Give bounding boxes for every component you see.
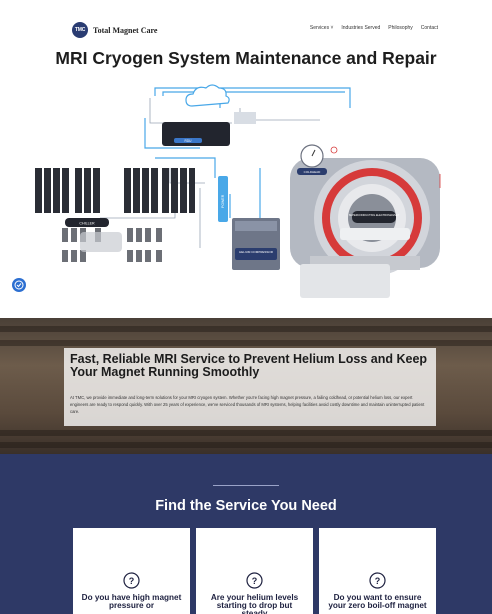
main-nav: Services ˅ Industries Served Philosophy … xyxy=(310,25,438,31)
accessibility-button[interactable] xyxy=(12,278,26,292)
service-card-text: Are your helium levels starting to drop … xyxy=(210,593,299,614)
services-title: Find the Service You Need xyxy=(155,498,337,514)
services-section: Find the Service You Need ? Do you have … xyxy=(0,454,492,614)
nav-industries-served[interactable]: Industries Served xyxy=(341,25,380,31)
hero-heading: Fast, Reliable MRI Service to Prevent He… xyxy=(70,352,428,379)
nav-philosophy[interactable]: Philosophy xyxy=(388,25,412,31)
logo-badge: TMC xyxy=(72,22,88,38)
question-circle-icon: ? xyxy=(246,572,263,589)
logo-text: Total Magnet Care xyxy=(93,25,158,35)
power-label: POWER xyxy=(221,194,225,208)
question-circle-icon: ? xyxy=(123,572,140,589)
question-circle-icon: ? xyxy=(369,572,386,589)
divider xyxy=(213,485,279,486)
svg-text:?: ? xyxy=(129,576,135,586)
accessibility-icon xyxy=(14,280,24,290)
svg-text:SUPERCONDUCTING ELECTROMAGNET: SUPERCONDUCTING ELECTROMAGNET xyxy=(349,213,400,217)
rdu-label: RDU xyxy=(185,139,193,143)
mri-system-diagram: RDU POWER CHILLER HELIUM COMPRESSOR SUPE… xyxy=(35,84,441,298)
helium-compressor-label: HELIUM COMPRESSOR xyxy=(239,250,274,254)
coldhead-label: COLDHEAD xyxy=(304,170,322,174)
page-title: MRI Cryogen System Maintenance and Repai… xyxy=(55,48,437,68)
chiller-array xyxy=(35,168,195,213)
service-card-text: Do you have high magnet pressure or xyxy=(81,593,182,610)
nav-services[interactable]: Services ˅ xyxy=(310,25,333,31)
svg-text:?: ? xyxy=(375,576,381,586)
hero-body: At TMC, we provide immediate and long-te… xyxy=(70,395,425,414)
svg-text:?: ? xyxy=(252,576,258,586)
site-logo[interactable]: TMC Total Magnet Care xyxy=(72,22,157,38)
service-card-text: Do you want to ensure your zero boil-off… xyxy=(328,593,427,610)
nav-contact[interactable]: Contact xyxy=(421,25,438,31)
service-card-3[interactable]: ? Do you want to ensure your zero boil-o… xyxy=(319,528,436,614)
mri-scanner xyxy=(290,158,440,298)
hero-section: Fast, Reliable MRI Service to Prevent He… xyxy=(0,318,492,454)
superconducting-label: SUPERCONDUCTING ELECTROMAGNET xyxy=(349,213,400,217)
service-card-1[interactable]: ? Do you have high magnet pressure or xyxy=(73,528,190,614)
service-card-2[interactable]: ? Are your helium levels starting to dro… xyxy=(196,528,313,614)
chiller-label: CHILLER xyxy=(79,222,95,226)
